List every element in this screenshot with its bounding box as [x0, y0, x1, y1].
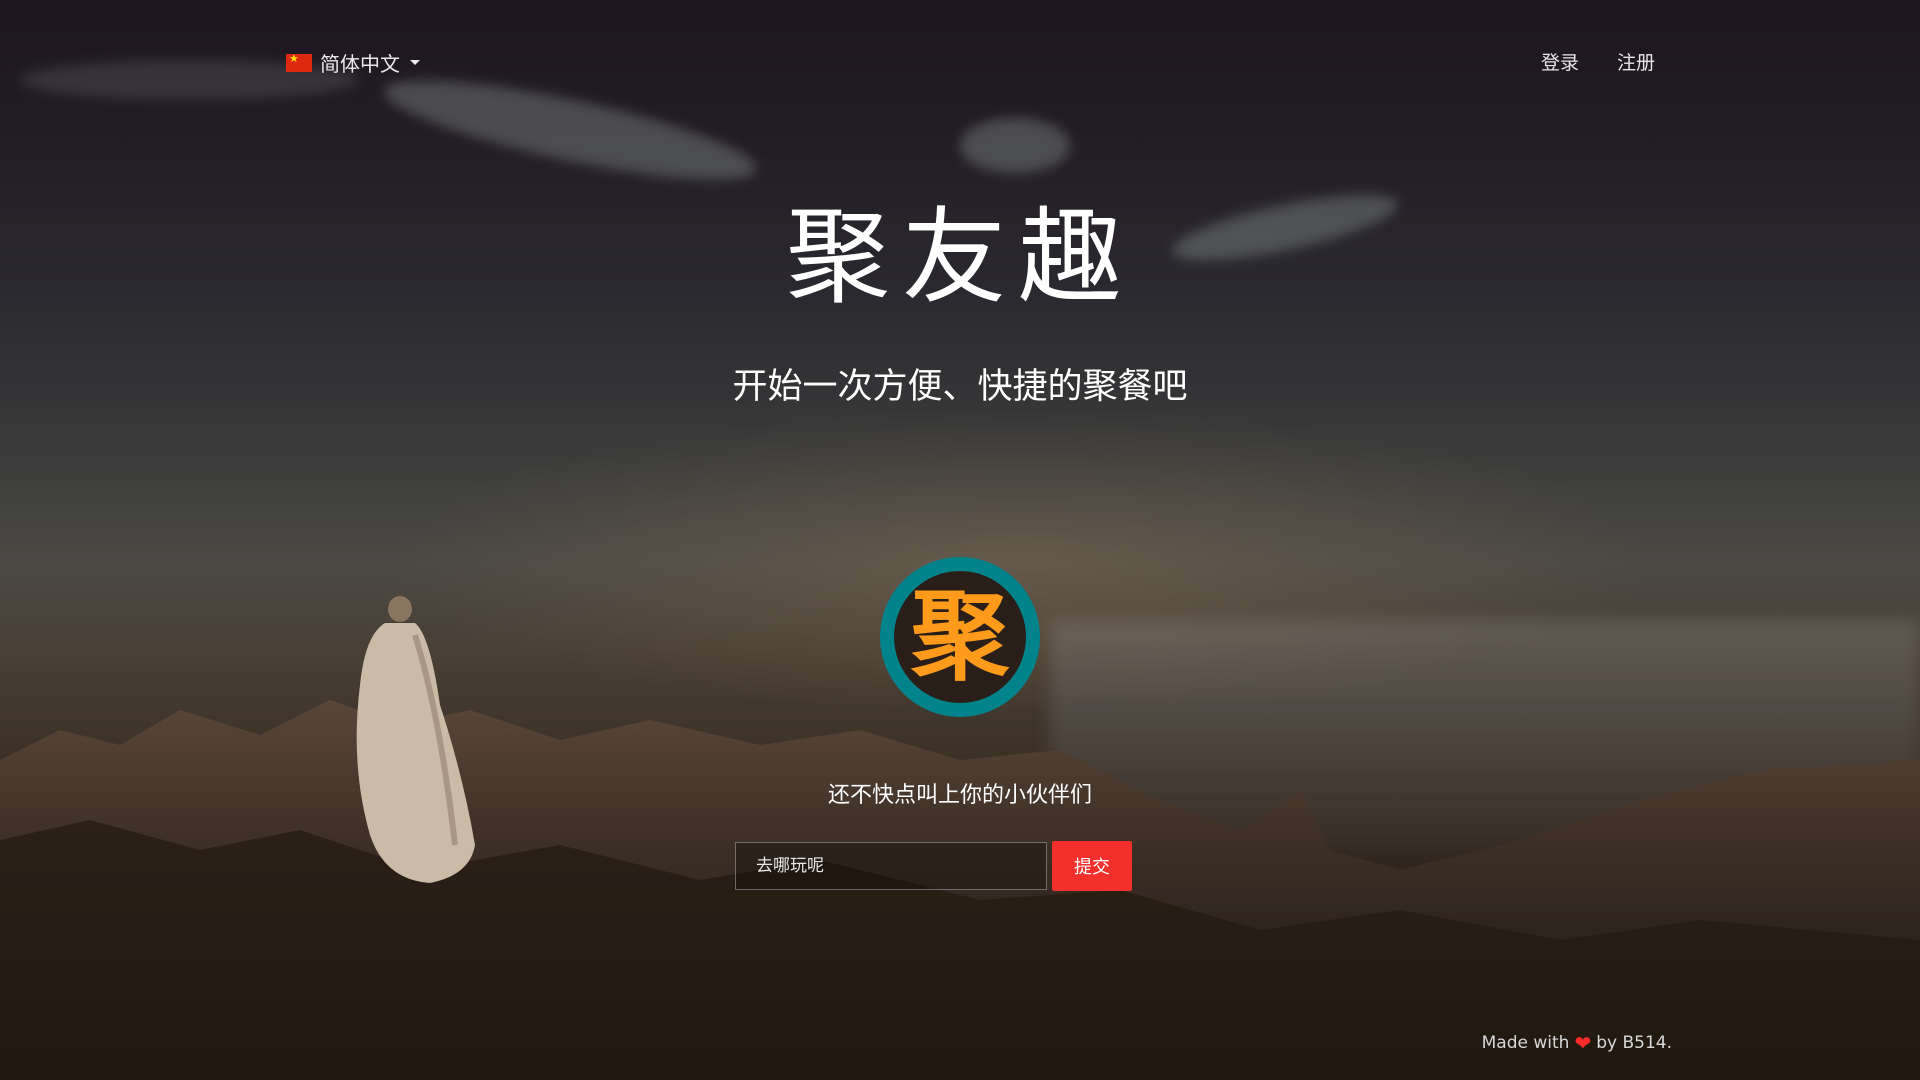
top-nav: 登录 注册 [1541, 48, 1655, 75]
cloud [960, 118, 1070, 173]
footer-credit: Made with ❤ by B514. [1482, 1033, 1672, 1053]
monk-figure-image [356, 596, 475, 883]
login-link[interactable]: 登录 [1541, 48, 1579, 75]
footer-made-with: Made with [1481, 1033, 1570, 1053]
destination-form: 提交 [735, 841, 1132, 891]
chevron-down-icon [410, 60, 420, 65]
site-logo: 聚 [880, 557, 1040, 717]
logo-char: 聚 [894, 571, 1026, 703]
site-subtitle: 开始一次方便、快捷的聚餐吧 [732, 367, 1188, 407]
heart-icon: ❤ [1574, 1031, 1592, 1055]
site-title: 聚友趣 [785, 196, 1134, 318]
cn-flag-icon [286, 52, 312, 72]
submit-button[interactable]: 提交 [1052, 841, 1132, 891]
language-label: 简体中文 [320, 52, 400, 76]
destination-input[interactable] [735, 842, 1047, 890]
language-selector[interactable]: 简体中文 [286, 48, 420, 77]
cta-text: 还不快点叫上你的小伙伴们 [827, 783, 1092, 808]
register-link[interactable]: 注册 [1617, 48, 1655, 75]
footer-author: by B514. [1596, 1033, 1672, 1053]
landing-page: 简体中文 登录 注册 聚友趣 开始一次方便、快捷的聚餐吧 聚 还不快点叫上你的小… [0, 0, 1920, 1080]
